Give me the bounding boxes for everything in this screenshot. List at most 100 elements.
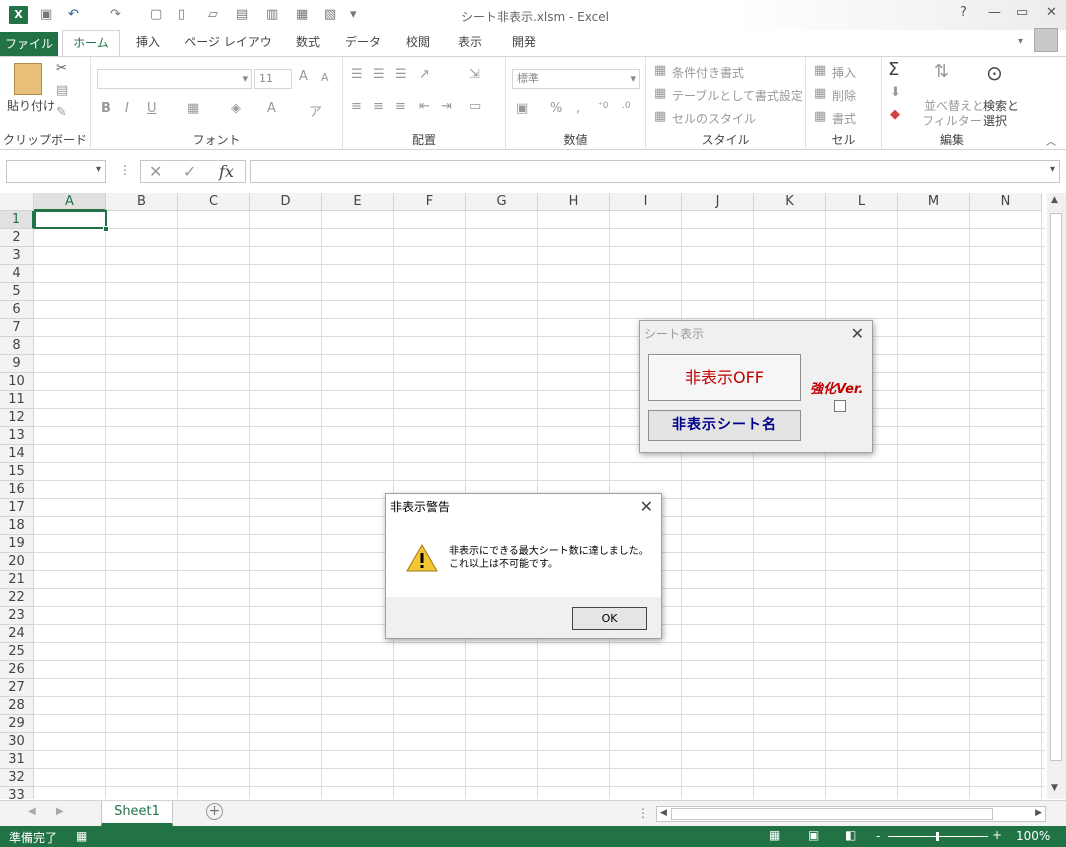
- row-header-2[interactable]: 2: [0, 229, 34, 247]
- tab-file[interactable]: ファイル: [0, 32, 58, 56]
- underline-button[interactable]: U: [147, 101, 157, 116]
- add-sheet-button[interactable]: +: [206, 803, 223, 820]
- tab-formulas[interactable]: 数式: [286, 30, 330, 56]
- row-header-9[interactable]: 9: [0, 355, 34, 373]
- tab-insert[interactable]: 挿入: [128, 30, 168, 56]
- print-preview-icon[interactable]: ▢: [150, 7, 162, 23]
- increase-indent-icon[interactable]: ⇥: [441, 99, 452, 114]
- paste-icon[interactable]: [14, 63, 42, 95]
- tab-view[interactable]: 表示: [450, 30, 490, 56]
- restore-button[interactable]: ▭: [1016, 5, 1028, 20]
- avatar[interactable]: [1034, 28, 1058, 52]
- row-header-16[interactable]: 16: [0, 481, 34, 499]
- cell-styles-button[interactable]: セルのスタイル: [672, 110, 756, 127]
- row-header-7[interactable]: 7: [0, 319, 34, 337]
- tab-developer[interactable]: 開発: [502, 30, 546, 56]
- align-center-icon[interactable]: ≡: [373, 99, 384, 114]
- formula-input[interactable]: ▾: [250, 160, 1060, 183]
- row-header-11[interactable]: 11: [0, 391, 34, 409]
- enter-icon[interactable]: ✓: [183, 162, 196, 181]
- align-left-icon[interactable]: ≡: [351, 99, 362, 114]
- fill-icon[interactable]: ⬇: [890, 85, 901, 100]
- row-header-6[interactable]: 6: [0, 301, 34, 319]
- wrap-text-icon[interactable]: ⇲: [469, 67, 480, 82]
- column-header-i[interactable]: I: [610, 193, 682, 211]
- orientation-icon[interactable]: ↗: [419, 67, 430, 82]
- row-header-27[interactable]: 27: [0, 679, 34, 697]
- row-header-31[interactable]: 31: [0, 751, 34, 769]
- row-header-21[interactable]: 21: [0, 571, 34, 589]
- open-icon[interactable]: ▱: [208, 7, 218, 23]
- row-header-23[interactable]: 23: [0, 607, 34, 625]
- delete-cells-button[interactable]: 削除: [832, 87, 856, 104]
- bold-button[interactable]: B: [101, 101, 111, 116]
- column-header-k[interactable]: K: [754, 193, 826, 211]
- row-header-22[interactable]: 22: [0, 589, 34, 607]
- column-header-l[interactable]: L: [826, 193, 898, 211]
- ribbon-options-icon[interactable]: ▾: [1018, 36, 1023, 47]
- row-header-1[interactable]: 1: [0, 211, 34, 229]
- prev-sheet-icon[interactable]: ◀: [28, 806, 36, 817]
- align-bottom-icon[interactable]: ☰: [395, 67, 407, 82]
- increase-decimal-icon[interactable]: ⁺0: [598, 101, 608, 111]
- row-header-28[interactable]: 28: [0, 697, 34, 715]
- font-color-button[interactable]: A: [267, 101, 276, 116]
- paste-icon[interactable]: ▥: [266, 7, 278, 23]
- column-header-f[interactable]: F: [394, 193, 466, 211]
- row-header-3[interactable]: 3: [0, 247, 34, 265]
- row-header-18[interactable]: 18: [0, 517, 34, 535]
- copy-icon[interactable]: ▤: [56, 83, 68, 98]
- cut-icon[interactable]: ✂: [56, 61, 67, 76]
- help-button[interactable]: ?: [960, 5, 967, 20]
- tab-data[interactable]: データ: [340, 30, 386, 56]
- grow-font-button[interactable]: A: [299, 69, 308, 84]
- row-header-29[interactable]: 29: [0, 715, 34, 733]
- copy-icon[interactable]: ▤: [236, 7, 248, 23]
- zoom-in-button[interactable]: +: [992, 828, 1002, 842]
- tab-review[interactable]: 校閲: [396, 30, 440, 56]
- shrink-font-button[interactable]: A: [321, 71, 329, 84]
- row-header-14[interactable]: 14: [0, 445, 34, 463]
- select-all-corner[interactable]: [0, 193, 34, 211]
- row-header-10[interactable]: 10: [0, 373, 34, 391]
- row-header-24[interactable]: 24: [0, 625, 34, 643]
- row-header-17[interactable]: 17: [0, 499, 34, 517]
- insert-cells-button[interactable]: 挿入: [832, 64, 856, 81]
- merge-center-icon[interactable]: ▭: [469, 99, 481, 114]
- decrease-indent-icon[interactable]: ⇤: [419, 99, 430, 114]
- column-header-h[interactable]: H: [538, 193, 610, 211]
- fill-color-icon[interactable]: ◈: [231, 101, 241, 116]
- scroll-right-icon[interactable]: ▶: [1035, 808, 1042, 818]
- row-header-12[interactable]: 12: [0, 409, 34, 427]
- row-header-19[interactable]: 19: [0, 535, 34, 553]
- row-header-4[interactable]: 4: [0, 265, 34, 283]
- fill-handle[interactable]: [103, 226, 109, 232]
- zoom-out-button[interactable]: -: [876, 829, 880, 843]
- dialog-close-icon[interactable]: ✕: [640, 497, 653, 516]
- autosum-button[interactable]: Σ: [888, 59, 899, 80]
- hidden-sheet-names-button[interactable]: 非表示シート名: [648, 410, 801, 441]
- align-right-icon[interactable]: ≡: [395, 99, 406, 114]
- customize-qat-icon[interactable]: ▾: [350, 7, 357, 23]
- split-handle-icon[interactable]: ⋮: [637, 806, 649, 820]
- form-close-icon[interactable]: ✕: [851, 324, 864, 343]
- conditional-format-button[interactable]: 条件付き書式: [672, 64, 744, 81]
- clear-icon[interactable]: ◆: [890, 107, 900, 122]
- tab-home[interactable]: ホーム: [62, 30, 120, 56]
- row-header-20[interactable]: 20: [0, 553, 34, 571]
- column-header-g[interactable]: G: [466, 193, 538, 211]
- minimize-button[interactable]: —: [988, 5, 1001, 20]
- tab-page-layout[interactable]: ページ レイアウト: [180, 30, 276, 73]
- row-header-5[interactable]: 5: [0, 283, 34, 301]
- align-middle-icon[interactable]: ☰: [373, 67, 385, 82]
- scroll-down-icon[interactable]: ▼: [1051, 783, 1058, 793]
- insert-function-button[interactable]: fx: [219, 162, 234, 181]
- hide-off-button[interactable]: 非表示OFF: [648, 354, 801, 401]
- paste-button[interactable]: 貼り付け: [7, 97, 55, 114]
- scroll-thumb[interactable]: [1050, 213, 1062, 761]
- next-sheet-icon[interactable]: ▶: [56, 806, 64, 817]
- format-cells-button[interactable]: 書式: [832, 110, 856, 127]
- ok-button[interactable]: OK: [572, 607, 647, 630]
- normal-view-icon[interactable]: ▦: [769, 828, 780, 842]
- scroll-up-icon[interactable]: ▲: [1051, 195, 1058, 205]
